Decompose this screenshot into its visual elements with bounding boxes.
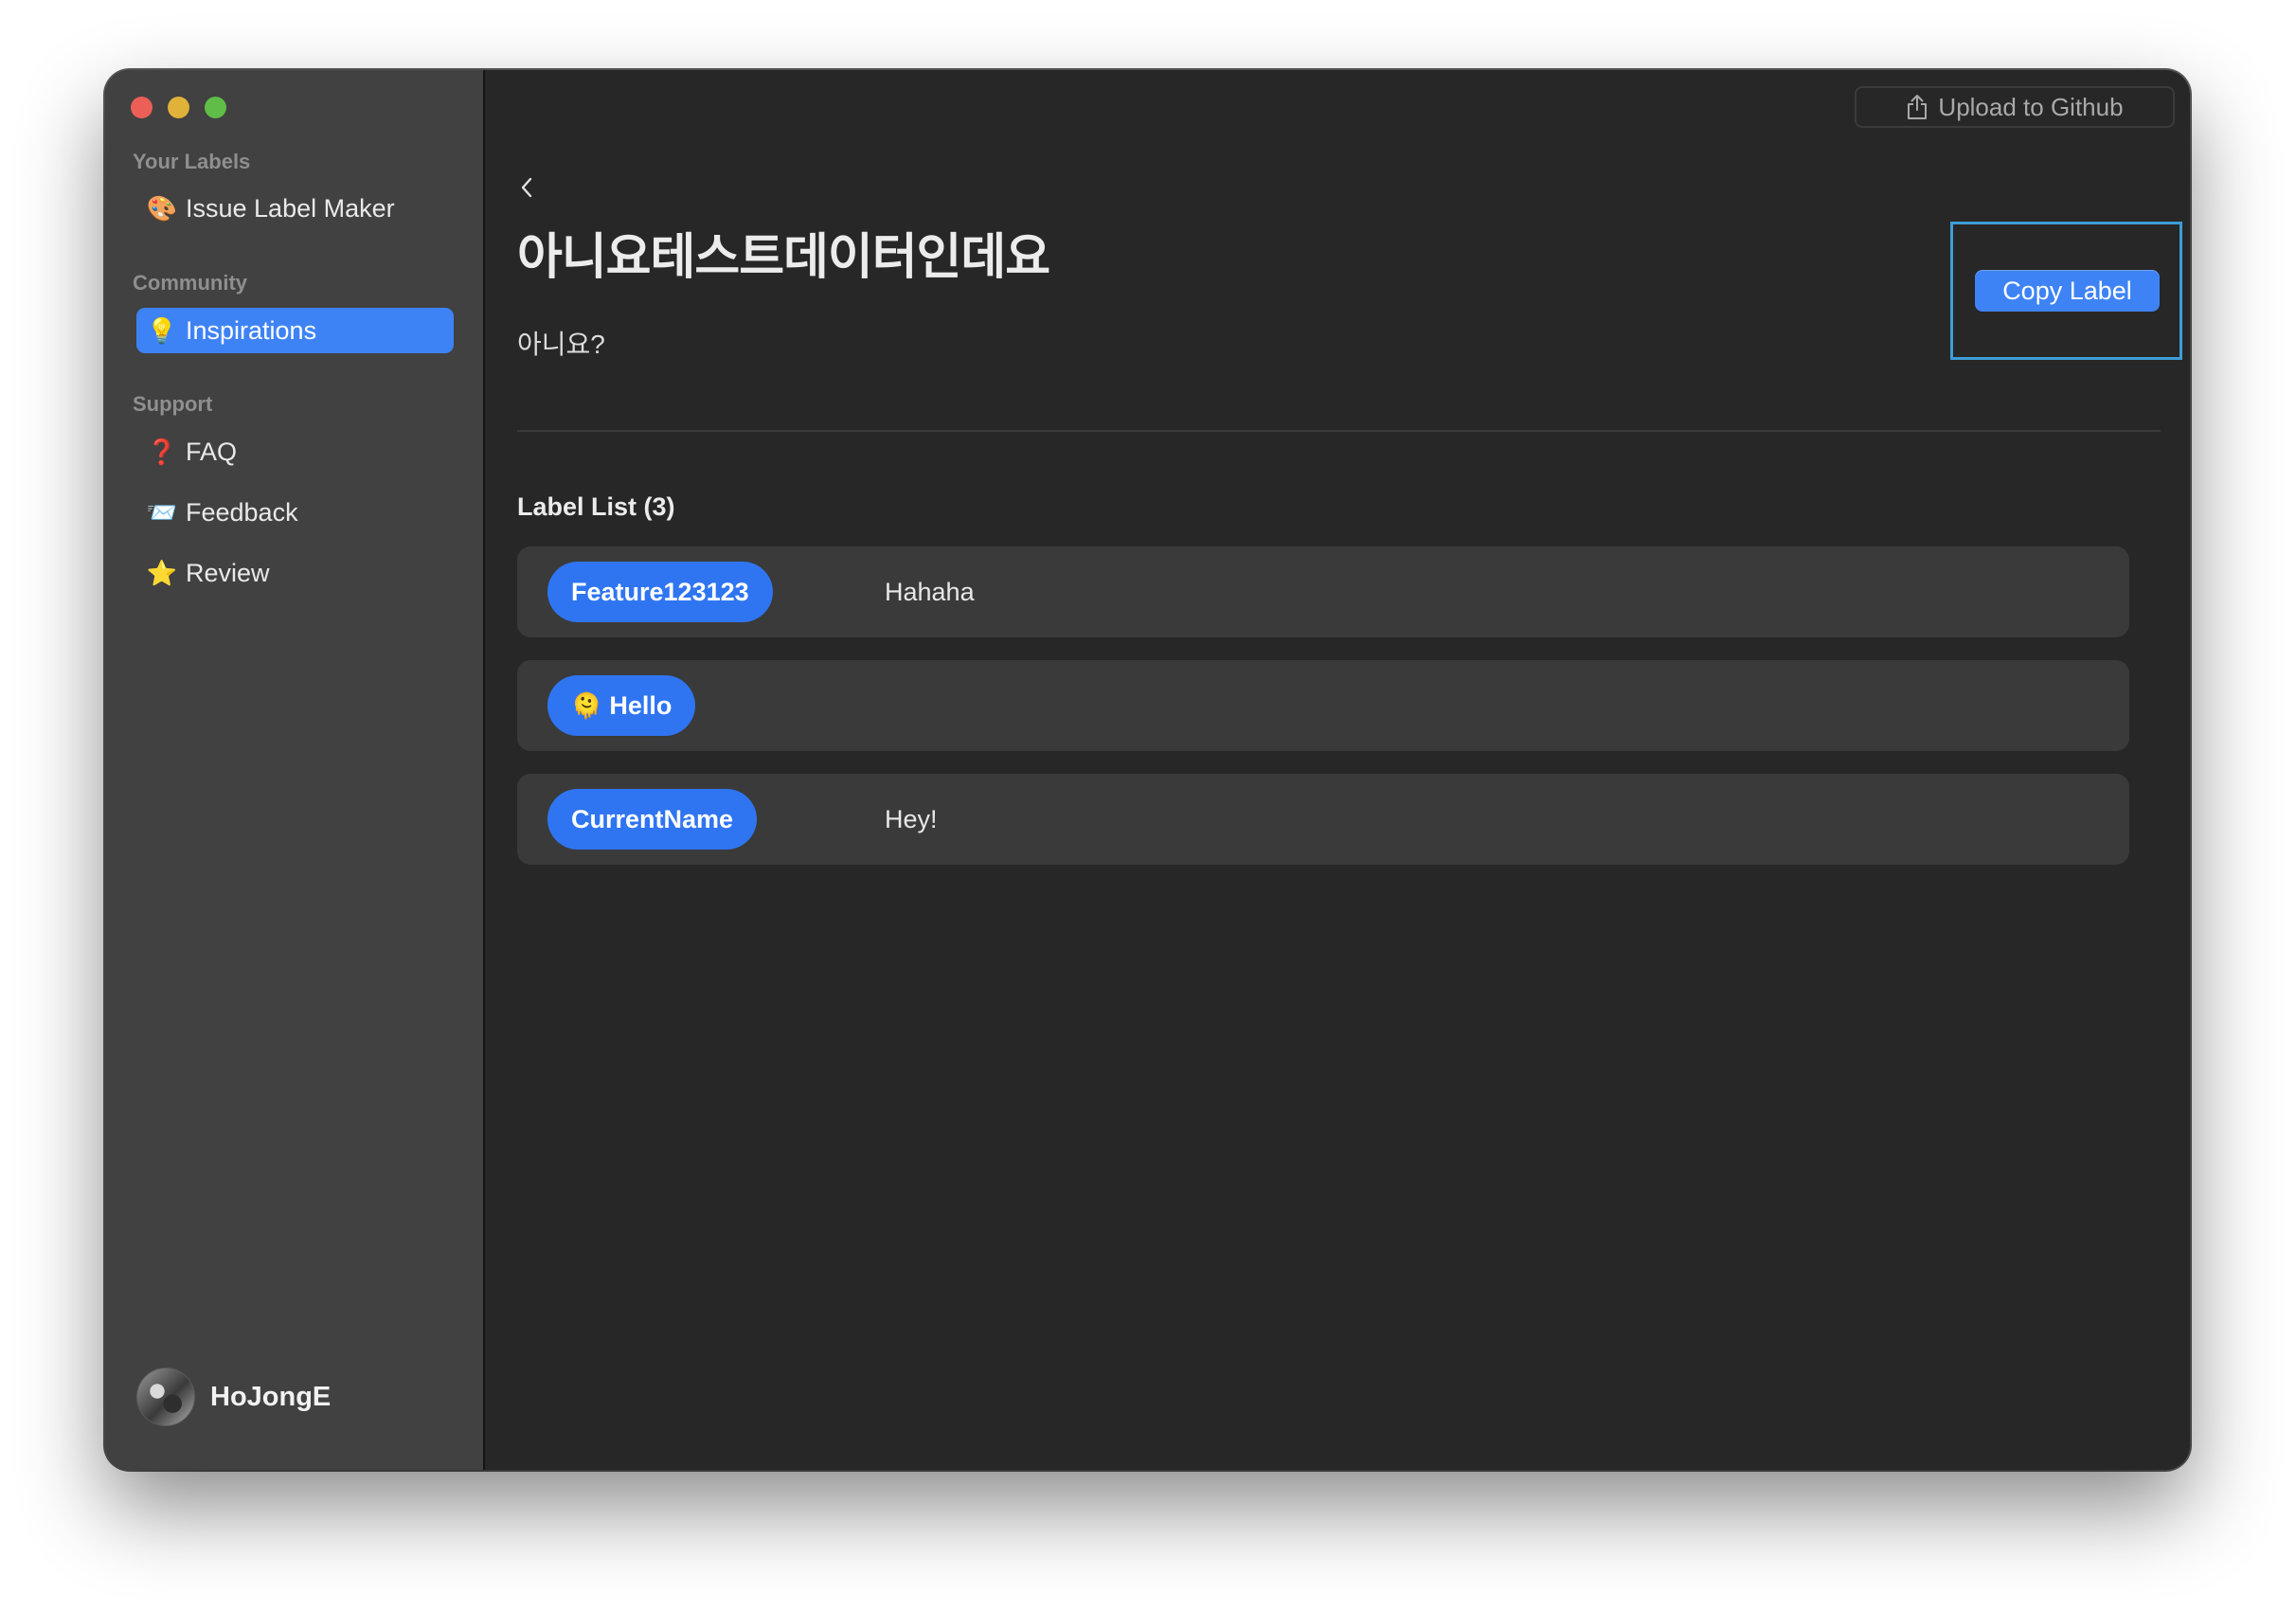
content-area: Upload to Github 아니요테스트데이터인데요 아니요? Copy …: [485, 70, 2190, 1470]
section-title-support: Support: [133, 392, 213, 416]
sidebar-item-faq[interactable]: ❓ FAQ: [136, 429, 454, 474]
sidebar-item-feedback[interactable]: 📨 Feedback: [136, 490, 454, 535]
label-description: Hey!: [885, 804, 938, 833]
label-pill: 🫠 Hello: [547, 675, 696, 736]
share-icon: [1908, 95, 1928, 119]
chevron-left-icon: [521, 177, 532, 198]
zoom-window-button[interactable]: [205, 97, 226, 118]
minimize-window-button[interactable]: [168, 97, 189, 118]
label-pill: CurrentName: [547, 789, 758, 850]
upload-to-github-button[interactable]: Upload to Github: [1855, 86, 2175, 128]
lightbulb-icon: 💡: [146, 315, 178, 345]
label-list-title: Label List (3): [517, 492, 675, 521]
user-profile[interactable]: HoJongE: [136, 1368, 331, 1426]
avatar: [136, 1368, 195, 1426]
section-title-community: Community: [133, 271, 247, 295]
sidebar-item-label: FAQ: [186, 437, 238, 466]
label-name: CurrentName: [571, 804, 734, 833]
star-icon: ⭐: [146, 558, 178, 587]
list-item[interactable]: Feature123123 Hahaha: [517, 546, 2129, 637]
list-item[interactable]: CurrentName Hey!: [517, 774, 2129, 865]
list-item[interactable]: 🫠 Hello: [517, 660, 2129, 751]
envelope-icon: 📨: [146, 497, 178, 527]
question-mark-icon: ❓: [146, 437, 178, 466]
page-description: 아니요?: [517, 330, 605, 359]
label-list: Feature123123 Hahaha 🫠 Hello CurrentName…: [517, 546, 2129, 887]
sidebar-item-review[interactable]: ⭐ Review: [136, 550, 454, 596]
sidebar: Your Labels 🎨 Issue Label Maker Communit…: [105, 70, 485, 1470]
sidebar-item-label: Inspirations: [186, 315, 317, 345]
copy-label-button[interactable]: Copy Label: [1975, 270, 2160, 312]
label-description: Hahaha: [885, 577, 975, 606]
window-controls: [131, 97, 226, 118]
close-window-button[interactable]: [131, 97, 152, 118]
sidebar-item-label: Review: [186, 558, 270, 587]
sidebar-item-label: Issue Label Maker: [186, 193, 395, 223]
label-name: Hello: [609, 690, 673, 720]
melting-face-icon: 🫠: [571, 690, 602, 720]
sidebar-item-issue-label-maker[interactable]: 🎨 Issue Label Maker: [136, 186, 454, 231]
upload-button-label: Upload to Github: [1938, 92, 2124, 121]
sidebar-item-inspirations[interactable]: 💡 Inspirations: [136, 308, 454, 353]
label-pill: Feature123123: [547, 562, 773, 622]
back-button[interactable]: [513, 170, 540, 205]
username: HoJongE: [210, 1381, 332, 1412]
sidebar-item-label: Feedback: [186, 497, 298, 527]
label-name: Feature123123: [571, 577, 749, 606]
divider: [517, 430, 2161, 432]
page-title: 아니요테스트데이터인데요: [517, 230, 1050, 285]
section-title-your-labels: Your Labels: [133, 150, 251, 173]
app-window: Your Labels 🎨 Issue Label Maker Communit…: [105, 70, 2190, 1470]
palette-icon: 🎨: [146, 193, 178, 223]
